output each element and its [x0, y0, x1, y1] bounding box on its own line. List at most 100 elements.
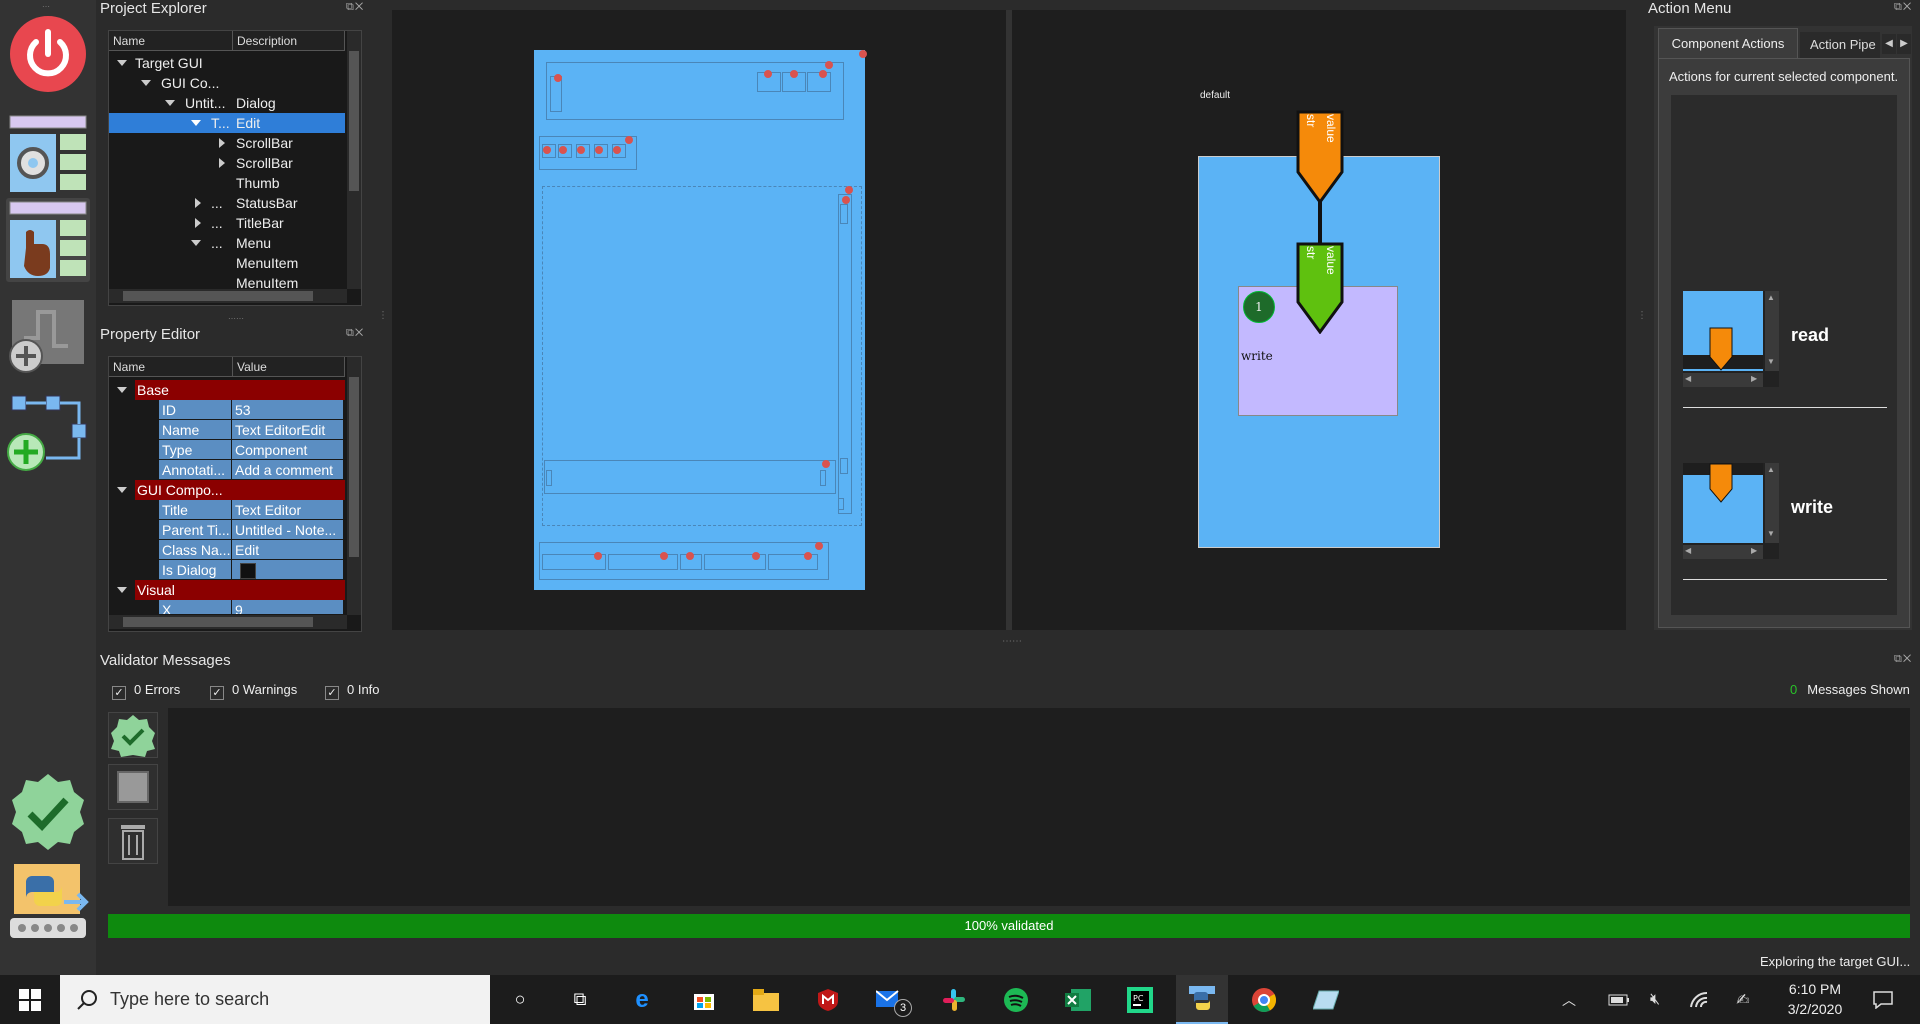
property-row[interactable]: Name Text EditorEdit [159, 420, 345, 440]
scroll-left-icon[interactable]: ◀ [1685, 546, 1691, 555]
splitter-grip-icon[interactable]: ⋯⋯ [228, 314, 244, 323]
store-app[interactable] [678, 975, 730, 1024]
add-pipeline-button[interactable] [6, 392, 90, 476]
property-value[interactable]: 53 [232, 400, 343, 419]
power-button[interactable] [6, 12, 90, 96]
expand-arrow-icon[interactable] [191, 240, 201, 246]
slack-app[interactable] [928, 975, 980, 1024]
add-state-button[interactable] [6, 298, 90, 382]
collapse-arrow-icon[interactable] [219, 158, 225, 168]
tab-scroll-left-icon[interactable]: ◀ [1882, 34, 1896, 54]
checkbox-check-icon[interactable]: ✓ [325, 686, 339, 700]
property-row[interactable]: Title Text Editor [159, 500, 345, 520]
info-filter-checkbox[interactable]: ✓ 0 Info [325, 682, 380, 700]
component-marker-dot[interactable] [859, 50, 867, 58]
checkbox-check-icon[interactable]: ✓ [112, 686, 126, 700]
tree-row[interactable]: ScrollBar [109, 153, 345, 173]
component-marker-dot[interactable] [595, 146, 603, 154]
property-section-visual[interactable]: Visual [135, 580, 345, 600]
tree-row[interactable]: ... Menu [109, 233, 345, 253]
settings-button[interactable] [6, 112, 90, 196]
component-marker-dot[interactable] [686, 552, 694, 560]
task-view-button[interactable]: ⧉ [554, 975, 606, 1024]
validate-button[interactable] [6, 770, 90, 854]
property-row[interactable]: Annotati... Add a comment [159, 460, 345, 480]
dock-float-close-icon[interactable]: ⧉✕ [346, 327, 364, 340]
scroll-left-icon[interactable]: ◀ [1685, 374, 1691, 383]
action-center-button[interactable] [1860, 975, 1906, 1024]
property-section-gui-component[interactable]: GUI Compo... [135, 480, 345, 500]
tree-row[interactable]: Thumb [109, 173, 345, 193]
scroll-down-icon[interactable]: ▼ [1767, 357, 1775, 366]
expand-arrow-icon[interactable] [141, 80, 151, 86]
show-hidden-icons-button[interactable]: ︿ [1554, 975, 1584, 1024]
collapse-arrow-icon[interactable] [219, 138, 225, 148]
component-marker-dot[interactable] [594, 552, 602, 560]
component-box[interactable] [840, 204, 848, 224]
property-value[interactable]: Untitled - Note... [232, 520, 343, 539]
preview-vscroll[interactable]: ▲ ▼ [1765, 463, 1779, 543]
action-preview-write[interactable]: ▲ ▼ ◀ ▶ [1683, 463, 1779, 559]
export-python-button[interactable] [6, 862, 90, 946]
target-gui-canvas[interactable] [392, 10, 1006, 630]
annotation-field[interactable]: Add a comment [232, 460, 343, 479]
mcafee-app[interactable] [802, 975, 854, 1024]
expand-arrow-icon[interactable] [117, 387, 127, 393]
pycharm-app[interactable]: PC [1114, 975, 1166, 1024]
collapse-arrow-icon[interactable] [195, 218, 201, 228]
column-header-name[interactable]: Name [109, 31, 233, 51]
dock-float-close-icon[interactable]: ⧉✕ [1894, 653, 1912, 666]
expand-arrow-icon[interactable] [165, 100, 175, 106]
scrollbar-box[interactable] [544, 460, 836, 494]
scrollbar-thumb[interactable] [123, 291, 313, 301]
warnings-filter-checkbox[interactable]: ✓ 0 Warnings [210, 682, 297, 700]
dock-float-close-icon[interactable]: ⧉✕ [346, 1, 364, 14]
vertical-scrollbar[interactable] [347, 31, 361, 289]
property-editor-table[interactable]: Name Value Base ID 53 Name Text EditorEd… [108, 356, 362, 632]
volume-button[interactable]: 🔇︎ [1640, 975, 1670, 1024]
vertical-scrollbar[interactable] [347, 357, 361, 615]
scroll-down-icon[interactable]: ▼ [1767, 529, 1775, 538]
scrollbar-thumb[interactable] [123, 617, 313, 627]
scrollbar-thumb[interactable] [349, 51, 359, 191]
property-value[interactable]: Text Editor [232, 500, 343, 519]
column-header-description[interactable]: Description [233, 31, 345, 51]
collapse-arrow-icon[interactable] [195, 198, 201, 208]
component-marker-dot[interactable] [825, 61, 833, 69]
component-marker-dot[interactable] [804, 552, 812, 560]
component-box[interactable] [840, 458, 848, 474]
component-marker-dot[interactable] [577, 146, 585, 154]
component-marker-dot[interactable] [822, 460, 830, 468]
tree-row[interactable]: MenuItem [109, 253, 345, 273]
splitter-grip-icon[interactable]: ⋯ [1636, 310, 1647, 320]
property-row[interactable]: Parent Ti... Untitled - Note... [159, 520, 345, 540]
state-machine-canvas[interactable]: default 1 write value str value str [1012, 10, 1626, 630]
tree-row[interactable]: Target GUI [109, 53, 345, 73]
component-marker-dot[interactable] [752, 552, 760, 560]
scroll-right-icon[interactable]: ▶ [1751, 374, 1757, 383]
explore-button[interactable] [6, 198, 90, 282]
scroll-right-icon[interactable]: ▶ [1751, 546, 1757, 555]
edge-app[interactable]: e [616, 975, 668, 1024]
property-row[interactable]: ID 53 [159, 400, 345, 420]
column-header-value[interactable]: Value [233, 357, 345, 377]
validator-messages-list[interactable] [168, 708, 1910, 906]
horizontal-scrollbar[interactable] [109, 289, 347, 303]
component-marker-dot[interactable] [559, 146, 567, 154]
component-marker-dot[interactable] [554, 74, 562, 82]
component-marker-dot[interactable] [660, 552, 668, 560]
tree-row[interactable]: ... TitleBar [109, 213, 345, 233]
component-box[interactable] [820, 470, 826, 486]
action-label-write[interactable]: write [1791, 497, 1833, 518]
component-marker-dot[interactable] [625, 136, 633, 144]
component-marker-dot[interactable] [790, 70, 798, 78]
checkbox-check-icon[interactable]: ✓ [210, 686, 224, 700]
horizontal-scrollbar[interactable] [109, 615, 347, 629]
tree-row-selected[interactable]: T... Edit [109, 113, 345, 133]
property-value[interactable]: Edit [232, 540, 343, 559]
python-app[interactable] [1176, 975, 1228, 1024]
scroll-up-icon[interactable]: ▲ [1767, 293, 1775, 302]
property-row[interactable]: X 9 [159, 600, 345, 614]
preview-hscroll[interactable]: ◀ ▶ [1683, 545, 1763, 559]
scrollbar-thumb[interactable] [349, 377, 359, 557]
